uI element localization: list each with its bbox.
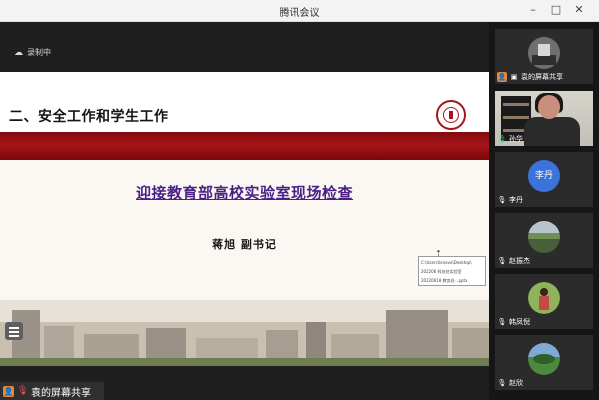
participant-name: 赵振杰 <box>509 256 530 265</box>
maximize-icon[interactable]: □ <box>548 2 564 18</box>
participant-tile-video[interactable]: 🎙 孙华 <box>495 91 593 146</box>
participant-video-rail: 👤 ▣ 袁的屏幕共享 🎙 孙华 李丹 🎙 李丹 🎙 赵振杰 🎙 韩凤倪 🎙 赵欣 <box>489 22 599 400</box>
recording-indicator: ☁ 录制中 <box>14 47 51 58</box>
participant-avatar: 李丹 <box>528 160 560 192</box>
participant-name: 韩凤倪 <box>509 317 530 326</box>
slide-red-banner <box>0 132 489 160</box>
participant-name-bar: 🎙 李丹 <box>497 194 523 205</box>
slide-heading: 二、安全工作和学生工作 <box>9 109 169 125</box>
close-icon[interactable]: ✕ <box>571 2 587 18</box>
participant-tile[interactable]: 🎙 赵振杰 <box>495 213 593 268</box>
slide-speaker: 蒋旭 副书记 <box>212 238 277 251</box>
participant-name: 赵欣 <box>509 378 523 387</box>
microphone-icon: 🎙 <box>497 134 507 143</box>
university-seal-logo <box>436 100 466 130</box>
mic-muted-icon: 🎙 <box>17 385 29 396</box>
tooltip-line: 202206 科技处实验室 <box>421 269 462 274</box>
window-title: 腾讯会议 <box>279 8 320 19</box>
host-icon: 👤 <box>497 71 507 82</box>
presentation-slide: 二、安全工作和学生工作 迎接教育部高校实验室现场检查 蒋旭 副书记 ⇡ C:\U… <box>0 72 489 366</box>
host-icon: 👤 <box>3 385 14 397</box>
participant-name-bar: 🎙 韩凤倪 <box>497 316 530 327</box>
participant-avatar <box>528 343 560 375</box>
participant-name: 李丹 <box>509 195 523 204</box>
tooltip-line: 20220618 教务处...pptx <box>421 278 468 283</box>
mic-muted-icon: 🎙 <box>497 195 507 204</box>
tooltip-line: C:\Users\lenovo\Desktop\ <box>421 260 472 265</box>
campus-skyline-image <box>0 300 489 366</box>
participant-name-bar: 🎙 赵欣 <box>497 377 523 388</box>
mic-muted-icon: 🎙 <box>497 256 507 265</box>
mic-muted-icon: 🎙 <box>497 317 507 326</box>
mic-muted-icon: 🎙 <box>497 378 507 387</box>
minimize-icon[interactable]: – <box>525 2 541 18</box>
screen-share-icon: ▣ <box>510 72 518 81</box>
participant-avatar <box>528 282 560 314</box>
slide-headline-link[interactable]: 迎接教育部高校实验室现场检查 <box>0 182 489 203</box>
participant-name-bar: 🎙 孙华 <box>497 133 523 144</box>
participant-tile[interactable]: 👤 ▣ 袁的屏幕共享 <box>495 29 593 84</box>
participant-tile[interactable]: 李丹 🎙 李丹 <box>495 152 593 207</box>
window-titlebar: 腾讯会议 – □ ✕ <box>0 0 599 22</box>
participant-name: 袁的屏幕共享 <box>521 72 563 81</box>
participant-avatar <box>528 37 560 69</box>
participant-avatar <box>528 221 560 253</box>
screen-share-label-bar: 👤 🎙 袁的屏幕共享 <box>0 382 104 400</box>
participant-name-bar: 👤 ▣ 袁的屏幕共享 <box>497 71 563 82</box>
participant-name-bar: 🎙 赵振杰 <box>497 255 530 266</box>
participant-name: 孙华 <box>509 134 523 143</box>
file-path-tooltip: C:\Users\lenovo\Desktop\ 202206 科技处实验室 2… <box>418 256 486 286</box>
recording-label: 录制中 <box>27 48 51 57</box>
cloud-record-icon: ☁ <box>14 47 23 58</box>
shared-screen-stage: ☁ 录制中 二、安全工作和学生工作 迎接教育部高校实验室现场检查 蒋旭 副书记 … <box>0 22 489 400</box>
participant-tile[interactable]: 🎙 韩凤倪 <box>495 274 593 329</box>
participant-list-button[interactable] <box>5 322 23 340</box>
participant-tile[interactable]: 🎙 赵欣 <box>495 335 593 390</box>
share-owner-label: 袁的屏幕共享 <box>31 387 91 399</box>
